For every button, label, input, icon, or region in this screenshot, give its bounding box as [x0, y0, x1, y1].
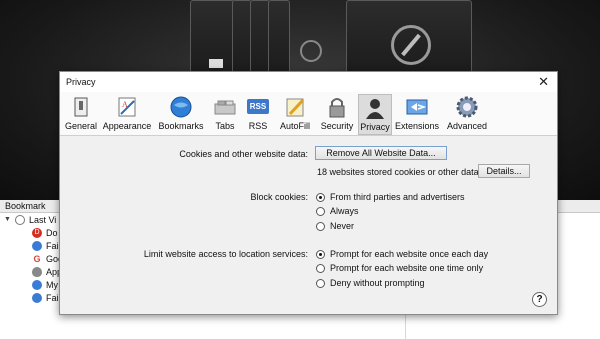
- tab-label: Privacy: [360, 122, 390, 132]
- bookmark-label: Do: [46, 227, 58, 238]
- bookmark-row[interactable]: D Do: [32, 226, 58, 239]
- radio-label: Prompt for each website one time only: [330, 263, 484, 273]
- radio-button[interactable]: [316, 192, 325, 202]
- location-once-each-day-radio[interactable]: Prompt for each website once each day: [316, 249, 488, 259]
- bookmark-row[interactable]: My: [32, 278, 58, 291]
- tab-label: Tabs: [215, 121, 235, 131]
- block-cookies-never-radio[interactable]: Never: [316, 221, 354, 231]
- privacy-person-icon: [364, 97, 386, 119]
- radio-button[interactable]: [316, 249, 325, 259]
- safari-globe-icon: [32, 240, 42, 251]
- dialog-titlebar[interactable]: Privacy: [60, 72, 557, 92]
- block-cookies-label: Block cookies:: [250, 192, 308, 202]
- tab-extensions[interactable]: Extensions: [395, 96, 439, 134]
- location-one-time-only-radio[interactable]: Prompt for each website one time only: [316, 263, 483, 273]
- safari-compass-icon: [391, 25, 431, 65]
- tabs-icon: [214, 96, 236, 118]
- safari-compass-icon: [300, 40, 322, 62]
- tab-security[interactable]: Security: [318, 96, 356, 134]
- tab-label: RSS: [248, 121, 268, 131]
- tab-appearance[interactable]: A Appearance: [101, 96, 153, 134]
- extensions-icon: [406, 96, 428, 118]
- radio-button[interactable]: [316, 221, 325, 231]
- tab-privacy[interactable]: Privacy: [358, 94, 392, 135]
- bookmark-row[interactable]: ▼ Last Vi: [4, 213, 56, 226]
- bookmark-row[interactable]: Fai: [32, 239, 59, 252]
- tab-autofill[interactable]: AutoFill: [276, 96, 314, 134]
- radio-button[interactable]: [316, 263, 325, 273]
- radio-label: Deny without prompting: [330, 278, 425, 288]
- help-button[interactable]: ?: [532, 292, 547, 307]
- radio-label: Prompt for each website once each day: [330, 249, 489, 259]
- tab-label: Extensions: [394, 121, 440, 131]
- bookmark-label: Fai: [46, 292, 59, 303]
- top-site-thumbnail[interactable]: [250, 0, 270, 74]
- google-icon: G: [33, 253, 41, 264]
- bookmark-row[interactable]: Fai: [32, 291, 59, 304]
- apple-icon: [32, 266, 42, 277]
- bookmark-label: Last Vi: [28, 214, 57, 225]
- block-cookies-third-parties-radio[interactable]: From third parties and advertisers: [316, 192, 465, 202]
- tab-label: Appearance: [102, 121, 152, 131]
- bookmark-label: Fai: [46, 240, 59, 251]
- clock-icon: [14, 214, 25, 225]
- rss-badge: RSS: [247, 99, 269, 114]
- tab-label: General: [64, 121, 98, 131]
- radio-button[interactable]: [316, 278, 325, 288]
- privacy-pane: Cookies and other website data: Remove A…: [60, 137, 557, 314]
- thumbnail-label: [209, 59, 223, 68]
- tab-label: Bookmarks: [158, 121, 204, 131]
- top-site-thumbnail[interactable]: [232, 0, 252, 74]
- details-button[interactable]: Details...: [478, 164, 530, 178]
- red-circle-icon: D: [32, 227, 42, 238]
- radio-label: From third parties and advertisers: [330, 192, 465, 202]
- dialog-title: Privacy: [66, 77, 96, 87]
- preferences-toolbar: General A Appearance Bookmarks Tabs RSS: [60, 92, 557, 136]
- advanced-gear-icon: [456, 96, 478, 118]
- general-switch-icon: [70, 96, 92, 118]
- autofill-pencil-icon: [284, 96, 306, 118]
- bookmark-label: My: [46, 279, 58, 290]
- radio-label: Always: [330, 206, 359, 216]
- tab-bookmarks[interactable]: Bookmarks: [156, 96, 206, 134]
- safari-globe-icon: [32, 292, 42, 303]
- disclosure-triangle-icon[interactable]: ▼: [4, 216, 11, 223]
- safari-globe-icon: [32, 279, 42, 290]
- stored-cookies-count: 18 websites stored cookies or other data: [317, 167, 479, 177]
- close-icon[interactable]: ✕: [538, 75, 549, 88]
- rss-icon: RSS: [247, 96, 269, 118]
- location-services-label: Limit website access to location service…: [143, 249, 308, 259]
- location-deny-radio[interactable]: Deny without prompting: [316, 278, 425, 288]
- security-lock-icon: [326, 96, 348, 118]
- tab-general[interactable]: General: [64, 96, 98, 134]
- appearance-brush-icon: A: [116, 96, 138, 118]
- radio-label: Never: [330, 221, 355, 231]
- bookmark-row[interactable]: App: [32, 265, 62, 278]
- top-site-thumbnail[interactable]: [268, 0, 290, 74]
- remove-all-website-data-button[interactable]: Remove All Website Data...: [315, 146, 447, 160]
- tab-label: AutoFill: [279, 121, 310, 131]
- bookmarks-globe-icon: [170, 96, 192, 118]
- privacy-preferences-dialog: Privacy ✕ General A Appearance Bookmarks: [59, 71, 558, 315]
- cookies-label: Cookies and other website data:: [179, 149, 308, 159]
- tab-rss[interactable]: RSS RSS: [244, 96, 272, 134]
- tab-advanced[interactable]: Advanced: [446, 96, 488, 134]
- top-site-thumbnail-main[interactable]: [346, 0, 472, 74]
- block-cookies-always-radio[interactable]: Always: [316, 206, 359, 216]
- tab-tabs[interactable]: Tabs: [210, 96, 240, 134]
- tab-label: Advanced: [446, 121, 488, 131]
- tab-label: Security: [320, 121, 354, 131]
- radio-button[interactable]: [316, 206, 325, 216]
